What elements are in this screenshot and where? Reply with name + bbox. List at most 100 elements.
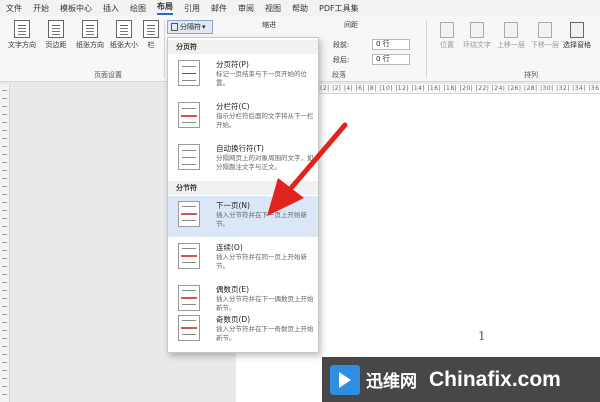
ruler-tick <box>2 122 7 123</box>
bring-forward-icon <box>504 22 518 38</box>
page-setup-group-label: 页面设置 <box>94 71 122 79</box>
ruler-tick <box>2 178 7 179</box>
position-icon <box>440 22 454 38</box>
ruler-tick <box>2 162 7 163</box>
next-page-break-desc: 插入分节符并在下一页上开始新节。 <box>216 211 307 228</box>
menu-references[interactable]: 引用 <box>184 3 200 14</box>
ruler-tick <box>2 378 7 379</box>
ruler-tick <box>2 98 7 99</box>
spacing-before-label: 段前: <box>333 41 350 49</box>
ruler-tick <box>2 258 7 259</box>
spacing-after-label: 段后: <box>333 56 350 64</box>
text-wrapping-break-desc: 分隔网页上的对象周围的文字，如分隔题注文字与正文。 <box>216 154 314 171</box>
selection-pane-button[interactable]: 选择窗格 <box>562 22 592 50</box>
position-button[interactable]: 位置 <box>432 22 462 50</box>
text-wrapping-break-icon <box>178 144 200 170</box>
column-break-desc: 指示分栏符后面的文字将从下一栏开始。 <box>216 112 314 129</box>
page-breaks-header: 分页符 <box>168 40 318 54</box>
breaks-dropdown: 分页符 分页符(P) 标记一页结束与下一页开始的位置。 分栏符(C) 指示分栏符… <box>167 37 319 353</box>
ruler-tick <box>2 362 7 363</box>
text-direction-icon <box>14 20 30 38</box>
send-backward-label: 下移一层 <box>531 41 559 49</box>
even-page-break-icon <box>178 285 200 311</box>
spacing-after-input[interactable]: 0 行 <box>372 54 410 65</box>
menu-templates[interactable]: 模板中心 <box>60 3 92 14</box>
orientation-label: 纸张方向 <box>76 41 104 49</box>
section-breaks-header: 分节符 <box>168 181 318 195</box>
odd-page-break-desc: 插入分节符并在下一奇数页上开始新节。 <box>216 325 314 342</box>
ruler-tick <box>2 306 7 307</box>
watermark: 迅维网 Chinafix.com <box>322 357 600 402</box>
page-break-icon <box>178 60 200 86</box>
paper-size-button[interactable]: 纸张大小 <box>108 20 140 50</box>
bring-forward-button[interactable]: 上移一层 <box>496 22 526 50</box>
page-break-desc: 标记一页结束与下一页开始的位置。 <box>216 70 307 87</box>
menu-file[interactable]: 文件 <box>6 3 22 14</box>
page-break-item[interactable]: 分页符(P) 标记一页结束与下一页开始的位置。 <box>168 55 318 96</box>
ruler-tick <box>2 210 7 211</box>
ruler-tick <box>2 218 7 219</box>
text-wrapping-break-item[interactable]: 自动换行符(T) 分隔网页上的对象周围的文字，如分隔题注文字与正文。 <box>168 139 318 180</box>
menu-mailings[interactable]: 邮件 <box>211 3 227 14</box>
wrap-text-label: 环绕文字 <box>463 41 491 49</box>
ruler-tick <box>2 314 7 315</box>
menu-insert[interactable]: 插入 <box>103 3 119 14</box>
orientation-icon <box>82 20 98 38</box>
orientation-button[interactable]: 纸张方向 <box>74 20 106 50</box>
ruler-tick <box>2 242 7 243</box>
ruler-tick <box>2 282 7 283</box>
next-page-break-title: 下一页(N) <box>216 201 250 210</box>
ruler-tick <box>2 274 7 275</box>
even-page-break-title: 偶数页(E) <box>216 285 250 294</box>
menu-home[interactable]: 开始 <box>33 3 49 14</box>
ruler-tick <box>2 322 7 323</box>
watermark-cn: 迅维网 <box>366 372 417 392</box>
selection-pane-icon <box>570 22 584 38</box>
wrap-text-button[interactable]: 环绕文字 <box>462 22 492 50</box>
continuous-break-title: 连续(O) <box>216 243 243 252</box>
continuous-break-icon <box>178 243 200 269</box>
ruler-tick <box>2 338 7 339</box>
next-page-break-item[interactable]: 下一页(N) 插入分节符并在下一页上开始新节。 <box>168 196 318 237</box>
ruler-tick <box>2 354 7 355</box>
menu-view[interactable]: 视图 <box>265 3 281 14</box>
odd-page-break-item[interactable]: 奇数页(D) 插入分节符并在下一奇数页上开始新节。 <box>168 310 318 351</box>
margins-icon <box>48 20 64 38</box>
arrange-group-label: 排列 <box>524 71 538 79</box>
ruler-tick <box>2 298 7 299</box>
ruler-tick <box>2 346 7 347</box>
columns-label: 栏 <box>147 41 155 49</box>
menu-pdf-tools[interactable]: PDF工具集 <box>319 3 359 14</box>
paragraph-group-label: 段落 <box>332 71 346 79</box>
breaks-button[interactable]: 分隔符 ▾ <box>167 20 213 34</box>
ruler-tick <box>2 386 7 387</box>
selection-pane-label: 选择窗格 <box>563 41 591 49</box>
breaks-label: 分隔符 <box>180 23 201 31</box>
odd-page-break-icon <box>178 315 200 341</box>
indent-label: 缩进 <box>262 21 276 29</box>
watermark-en: Chinafix.com <box>429 367 561 391</box>
ruler-tick <box>2 138 7 139</box>
position-label: 位置 <box>440 41 454 49</box>
continuous-break-item[interactable]: 连续(O) 插入分节符并在同一页上开始新节。 <box>168 238 318 279</box>
text-wrapping-break-title: 自动换行符(T) <box>216 144 264 153</box>
text-direction-button[interactable]: 文字方向 <box>6 20 38 50</box>
breaks-icon <box>171 23 178 31</box>
page-number: 1 <box>478 329 486 343</box>
ruler-tick <box>2 330 7 331</box>
paper-size-label: 纸张大小 <box>110 41 138 49</box>
margins-button[interactable]: 页边距 <box>40 20 72 50</box>
spacing-before-input[interactable]: 0 行 <box>372 39 410 50</box>
next-page-break-icon <box>178 201 200 227</box>
menu-draw[interactable]: 绘图 <box>130 3 146 14</box>
horizontal-ruler: (2| |2| |4| |6| |8| |10| |12| |14| |16| … <box>320 84 600 94</box>
margins-label: 页边距 <box>45 41 67 49</box>
ruler-tick <box>2 394 7 395</box>
spacing-label: 间距 <box>344 21 358 29</box>
send-backward-button[interactable]: 下移一层 <box>530 22 560 50</box>
columns-button[interactable]: 栏 <box>138 20 164 50</box>
menu-review[interactable]: 审阅 <box>238 3 254 14</box>
column-break-item[interactable]: 分栏符(C) 指示分栏符后面的文字将从下一栏开始。 <box>168 97 318 138</box>
menu-help[interactable]: 帮助 <box>292 3 308 14</box>
menu-layout[interactable]: 布局 <box>157 1 173 15</box>
